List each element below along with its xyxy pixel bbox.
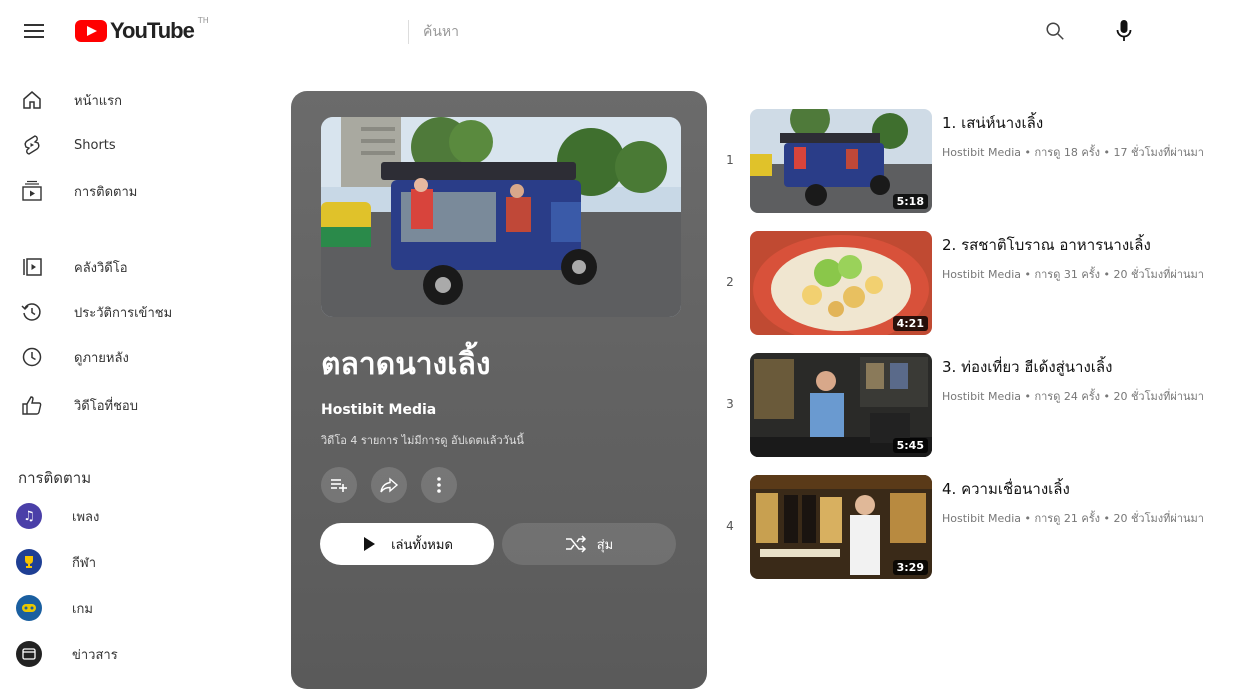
more-actions-button[interactable] [421,467,457,503]
video-index: 3 [726,397,734,411]
playlist-video-item[interactable]: 2 4:21 2. รสชาติโบราณ อาหารนางเลิ้ง Host… [720,231,1240,337]
sidebar-item-library[interactable]: คลังวิดีโอ [20,252,240,282]
subscription-item-sports[interactable]: กีฬา [16,547,96,577]
sidebar-item-home[interactable]: หน้าแรก [20,85,240,115]
sidebar-item-label: หน้าแรก [74,93,122,109]
video-title[interactable]: 2. รสชาติโบราณ อาหารนางเลิ้ง [942,233,1151,257]
video-meta: Hostibit Media • การดู 24 ครั้ง • 20 ชั่… [942,390,1204,403]
logo-region: TH [197,16,209,25]
playlist-header-card: ตลาดนางเลิ้ง Hostibit Media วิดีโอ 4 ราย… [291,91,707,689]
playlist-video-item[interactable]: 1 5:18 1. เสน่ห์นางเลิ้ง Hostibit Media … [720,109,1240,215]
video-duration: 5:18 [892,194,928,209]
logo-text: YouTube [110,18,195,43]
shorts-icon [24,135,40,155]
save-to-library-button[interactable] [321,467,357,503]
sidebar-item-history[interactable]: ประวัติการเข้าชม [20,297,240,327]
youtube-logo[interactable]: YouTube TH [75,16,209,46]
subscription-item-music[interactable]: ♫ เพลง [16,501,99,531]
playlist-video-item[interactable]: 4 3:29 4. ความเชื่อนางเลิ้ง Hostibit Med… [720,475,1240,581]
subscription-item-news[interactable]: ข่าวสาร [16,639,118,669]
subscription-item-gaming[interactable]: เกม [16,593,93,623]
youtube-play-icon [75,20,107,42]
video-meta: Hostibit Media • การดู 21 ครั้ง • 20 ชั่… [942,512,1204,525]
history-icon [21,303,41,321]
playlist-meta: วิดีโอ 4 รายการ ไม่มีการดู อัปเดตแล้ววัน… [321,434,524,447]
hamburger-menu-icon[interactable] [22,20,46,42]
news-icon [16,641,42,667]
watch-later-icon [22,347,42,367]
video-index: 2 [726,275,734,289]
sidebar-item-label: Shorts [74,137,116,153]
subscription-label: เพลง [72,509,100,525]
video-meta: Hostibit Media • การดู 31 ครั้ง • 20 ชั่… [942,268,1204,281]
top-bar: YouTube TH ค้นหา [0,0,1241,62]
subscription-label: กีฬา [72,555,97,571]
sidebar-item-liked-videos[interactable]: วิดีโอที่ชอบ [20,390,240,420]
sidebar-item-label: คลังวิดีโอ [74,260,128,276]
music-icon: ♫ [16,503,42,529]
playlist-title: ตลาดนางเลิ้ง [321,347,491,382]
video-meta: Hostibit Media • การดู 18 ครั้ง • 17 ชั่… [942,146,1204,159]
subscriptions-section-title: การติดตาม [18,469,92,487]
play-icon [364,537,376,551]
shuffle-icon [565,535,586,553]
sidebar-item-label: ประวัติการเข้าชม [74,305,173,321]
video-thumbnail[interactable]: 4:21 [750,231,932,335]
home-icon [23,91,41,109]
subscriptions-icon [22,180,42,201]
mic-icon[interactable] [1114,18,1134,44]
video-title[interactable]: 1. เสน่ห์นางเลิ้ง [942,111,1043,135]
share-icon [380,477,399,493]
sidebar-item-label: ดูภายหลัง [74,350,129,366]
search-input[interactable]: ค้นหา [408,20,1008,44]
video-title[interactable]: 3. ท่องเที่ยว ฮีเด้งสู่นางเลิ้ง [942,355,1112,379]
more-vert-icon [437,477,441,493]
sidebar-item-label: การติดตาม [74,184,138,200]
share-button[interactable] [371,467,407,503]
playlist-hero-thumbnail[interactable] [321,117,681,317]
playlist-owner-link[interactable]: Hostibit Media [321,402,436,418]
playlist-add-icon [331,479,347,492]
like-icon [22,396,42,415]
subscription-label: เกม [72,601,93,617]
sidebar-item-label: วิดีโอที่ชอบ [74,398,138,414]
gaming-icon [16,595,42,621]
play-all-label: เล่นทั้งหมด [391,537,453,553]
video-thumbnail[interactable]: 5:45 [750,353,932,457]
video-thumbnail[interactable]: 3:29 [750,475,932,579]
video-duration: 4:21 [892,316,928,331]
library-icon [23,258,42,276]
play-all-button[interactable]: เล่นทั้งหมด [320,523,494,565]
sidebar-item-subscriptions[interactable]: การติดตาม [20,176,240,206]
video-index: 4 [726,519,734,533]
playlist-video-item[interactable]: 3 5:45 3. ท่องเที่ยว ฮีเด้งสู่นางเลิ้ง H… [720,353,1240,459]
video-duration: 3:29 [892,560,928,575]
shuffle-label: สุ่ม [596,537,614,553]
search-icon[interactable] [1044,20,1066,42]
video-duration: 5:45 [892,438,928,453]
video-index: 1 [726,153,734,167]
sidebar-item-watch-later[interactable]: ดูภายหลัง [20,342,240,372]
trophy-icon [16,549,42,575]
shuffle-button[interactable]: สุ่ม [502,523,676,565]
video-thumbnail[interactable]: 5:18 [750,109,932,213]
sidebar-item-shorts[interactable]: Shorts [20,130,240,160]
video-title[interactable]: 4. ความเชื่อนางเลิ้ง [942,477,1070,501]
subscription-label: ข่าวสาร [72,647,118,663]
